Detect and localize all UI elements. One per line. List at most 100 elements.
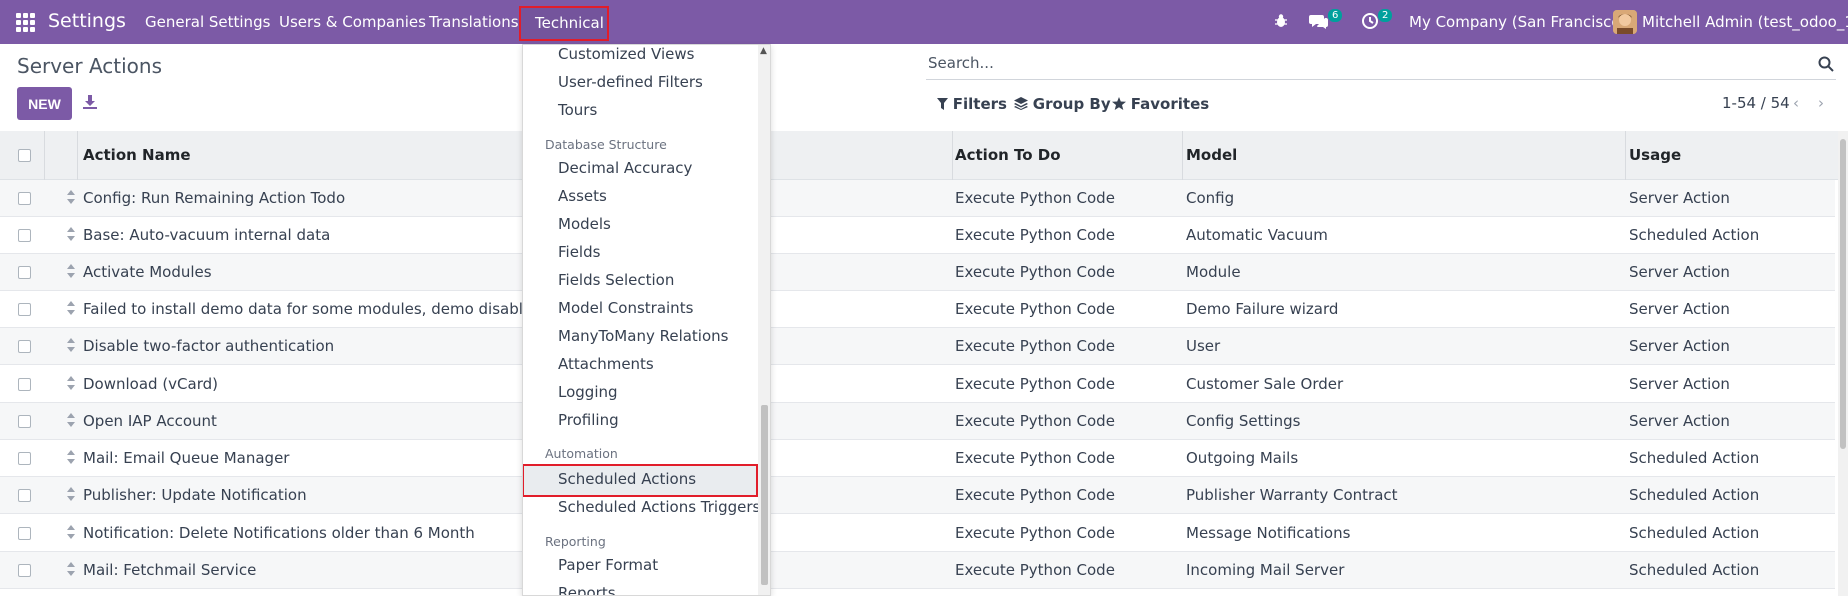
row-checkbox[interactable] xyxy=(18,266,31,279)
select-all-checkbox[interactable] xyxy=(18,149,31,162)
row-checkbox[interactable] xyxy=(18,527,31,540)
dropdown-scrollbar-thumb[interactable] xyxy=(761,405,768,585)
filter-icon xyxy=(937,98,948,110)
menu-item-decimal-accuracy[interactable]: Decimal Accuracy xyxy=(558,159,692,177)
row-checkbox[interactable] xyxy=(18,229,31,242)
menu-item-manytomany-relations[interactable]: ManyToMany Relations xyxy=(558,327,728,345)
user-menu[interactable]: Mitchell Admin (test_odoo_16) xyxy=(1642,13,1848,31)
cell-usage: Server Action xyxy=(1629,375,1730,393)
menu-item-scheduled-actions[interactable]: Scheduled Actions xyxy=(558,470,696,488)
table-row[interactable]: Mail: Fetchmail Service Execute Python C… xyxy=(0,552,1835,589)
page-title[interactable]: Server Actions xyxy=(17,54,162,78)
group-by-button[interactable]: Group By xyxy=(1014,95,1111,113)
table-row[interactable]: Publisher: Update Notification Execute P… xyxy=(0,477,1835,514)
menu-item-profiling[interactable]: Profiling xyxy=(558,411,619,429)
list-scrollbar-thumb[interactable] xyxy=(1840,139,1846,449)
menu-item-fields[interactable]: Fields xyxy=(558,243,600,261)
table-row[interactable]: Failed to install demo data for some mod… xyxy=(0,291,1835,328)
search-icon[interactable] xyxy=(1818,56,1834,72)
row-checkbox[interactable] xyxy=(18,378,31,391)
menu-item-model-constraints[interactable]: Model Constraints xyxy=(558,299,693,317)
menu-item-logging[interactable]: Logging xyxy=(558,383,618,401)
menu-item-models[interactable]: Models xyxy=(558,215,611,233)
menu-item-assets[interactable]: Assets xyxy=(558,187,607,205)
col-model[interactable]: Model xyxy=(1186,146,1237,164)
filters-button[interactable]: Filters xyxy=(937,95,1007,113)
table-row[interactable]: Open IAP Account Execute Python Code Con… xyxy=(0,403,1835,440)
table-row[interactable]: Config: Run Remaining Action Todo Execut… xyxy=(0,180,1835,217)
company-switcher[interactable]: My Company (San Francisco) xyxy=(1409,13,1626,31)
search-input[interactable] xyxy=(926,52,1786,74)
menu-item-fields-selection[interactable]: Fields Selection xyxy=(558,271,674,289)
section-automation: Automation xyxy=(545,446,618,461)
menu-item-user-defined-filters[interactable]: User-defined Filters xyxy=(558,73,703,91)
pager-previous-icon[interactable]: ‹ xyxy=(1793,94,1799,112)
cell-action-name: Download (vCard) xyxy=(83,375,218,393)
column-divider[interactable] xyxy=(952,131,953,180)
messages-icon[interactable] xyxy=(1309,13,1328,30)
row-checkbox[interactable] xyxy=(18,564,31,577)
table-row[interactable]: Download (vCard) Execute Python Code Cus… xyxy=(0,366,1835,403)
drag-handle-icon[interactable] xyxy=(67,486,75,502)
menu-item-attachments[interactable]: Attachments xyxy=(558,355,654,373)
dropdown-scrollbar[interactable]: ▲ xyxy=(758,45,770,595)
row-checkbox[interactable] xyxy=(18,192,31,205)
row-checkbox[interactable] xyxy=(18,303,31,316)
menu-item-customized-views[interactable]: Customized Views xyxy=(558,45,694,63)
bug-icon[interactable] xyxy=(1274,13,1288,29)
menu-general-settings[interactable]: General Settings xyxy=(145,13,270,31)
drag-handle-icon[interactable] xyxy=(67,337,75,353)
cell-model: User xyxy=(1186,337,1221,355)
drag-handle-icon[interactable] xyxy=(67,375,75,391)
row-checkbox[interactable] xyxy=(18,489,31,502)
download-icon[interactable] xyxy=(82,94,98,110)
row-checkbox[interactable] xyxy=(18,340,31,353)
pager-next-icon[interactable]: › xyxy=(1818,94,1824,112)
drag-handle-icon[interactable] xyxy=(67,226,75,242)
pager-value[interactable]: 1-54 / 54 xyxy=(1722,94,1790,112)
list-scrollbar[interactable] xyxy=(1838,131,1848,596)
menu-item-tours[interactable]: Tours xyxy=(558,101,597,119)
column-divider xyxy=(77,131,78,180)
col-usage[interactable]: Usage xyxy=(1629,146,1681,164)
scroll-up-icon[interactable]: ▲ xyxy=(760,46,767,56)
new-button[interactable]: NEW xyxy=(17,87,72,120)
favorites-label: Favorites xyxy=(1130,95,1210,113)
drag-handle-icon[interactable] xyxy=(67,263,75,279)
cell-usage: Scheduled Action xyxy=(1629,449,1760,467)
table-row[interactable]: Disable two-factor authentication Execut… xyxy=(0,328,1835,365)
drag-handle-icon[interactable] xyxy=(67,524,75,540)
drag-handle-icon[interactable] xyxy=(67,412,75,428)
col-action-to-do[interactable]: Action To Do xyxy=(955,146,1061,164)
table-row[interactable]: Mail: Email Queue Manager Execute Python… xyxy=(0,440,1835,477)
column-divider[interactable] xyxy=(1625,131,1626,180)
cell-model: Outgoing Mails xyxy=(1186,449,1299,467)
cell-action-name: Base: Auto-vacuum internal data xyxy=(83,226,331,244)
cell-usage: Server Action xyxy=(1629,189,1730,207)
row-checkbox[interactable] xyxy=(18,452,31,465)
menu-users-companies[interactable]: Users & Companies xyxy=(279,13,426,31)
table-row[interactable]: Activate Modules Execute Python Code Mod… xyxy=(0,254,1835,291)
drag-handle-icon[interactable] xyxy=(67,189,75,205)
activities-badge: 2 xyxy=(1378,9,1393,22)
apps-menu-icon[interactable] xyxy=(16,13,35,32)
menu-translations[interactable]: Translations xyxy=(429,13,519,31)
menu-technical[interactable]: Technical xyxy=(519,6,609,41)
drag-handle-icon[interactable] xyxy=(67,300,75,316)
avatar[interactable] xyxy=(1613,10,1637,34)
menu-item-scheduled-actions-triggers[interactable]: Scheduled Actions Triggers xyxy=(558,498,760,516)
cell-action-to-do: Execute Python Code xyxy=(955,263,1115,281)
column-divider[interactable] xyxy=(1182,131,1183,180)
cell-usage: Scheduled Action xyxy=(1629,226,1760,244)
favorites-button[interactable]: Favorites xyxy=(1112,95,1209,113)
clock-icon[interactable] xyxy=(1361,12,1379,30)
row-checkbox[interactable] xyxy=(18,415,31,428)
drag-handle-icon[interactable] xyxy=(67,449,75,465)
menu-item-reports[interactable]: Reports xyxy=(558,584,616,595)
menu-item-paper-format[interactable]: Paper Format xyxy=(558,556,658,574)
table-row[interactable]: Base: Auto-vacuum internal data Execute … xyxy=(0,217,1835,254)
col-action-name[interactable]: Action Name xyxy=(83,146,191,164)
table-row[interactable]: Notification: Delete Notifications older… xyxy=(0,515,1835,552)
drag-handle-icon[interactable] xyxy=(67,561,75,577)
app-name[interactable]: Settings xyxy=(48,10,126,32)
